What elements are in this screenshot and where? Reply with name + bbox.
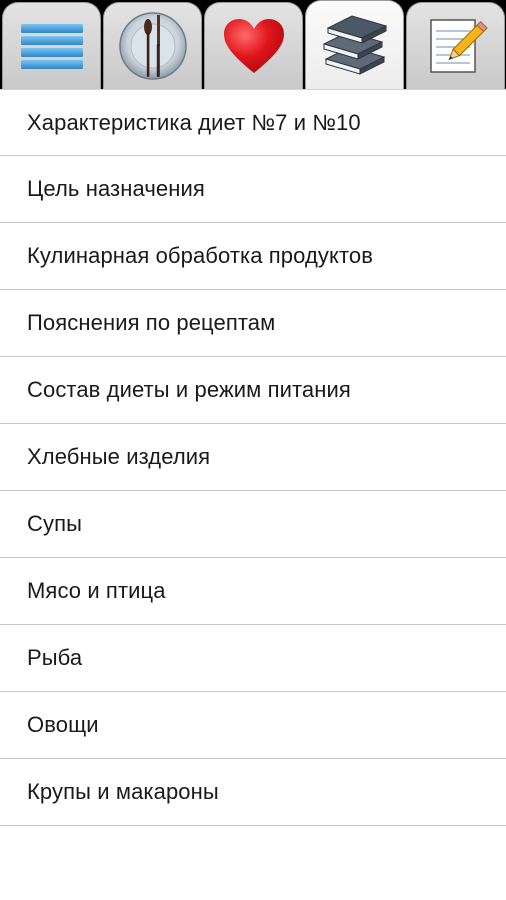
- app-screen: Характеристика диет №7 и №10 Цель назнач…: [0, 0, 506, 900]
- list-item[interactable]: Овощи: [0, 692, 506, 759]
- tab-notes[interactable]: [406, 2, 505, 89]
- list-item-label: Хлебные изделия: [27, 444, 211, 469]
- list-item-label: Крупы и макароны: [27, 779, 219, 804]
- tab-menu[interactable]: [2, 2, 101, 89]
- list-item-label: Характеристика диет №7 и №10: [27, 109, 361, 135]
- list-item-label: Цель назначения: [27, 176, 205, 201]
- books-icon: [320, 13, 390, 77]
- list-item[interactable]: Пояснения по рецептам: [0, 290, 506, 357]
- list-item[interactable]: Состав диеты и режим питания: [0, 357, 506, 424]
- tab-bar: [0, 0, 506, 89]
- list-item[interactable]: Характеристика диет №7 и №10: [0, 89, 506, 156]
- list-item-label: Рыба: [27, 645, 83, 670]
- list-item-label: Кулинарная обработка продуктов: [27, 243, 374, 268]
- list-item-label: Пояснения по рецептам: [27, 310, 276, 335]
- list-item[interactable]: Мясо и птица: [0, 558, 506, 625]
- list-item[interactable]: Цель назначения: [0, 156, 506, 223]
- notepad-pencil-icon: [423, 15, 489, 77]
- list-item[interactable]: Хлебные изделия: [0, 424, 506, 491]
- heart-icon: [222, 17, 286, 75]
- plate-cutlery-icon: [117, 10, 189, 82]
- tab-favorites[interactable]: [204, 2, 303, 89]
- list-item-label: Мясо и птица: [27, 578, 166, 603]
- list-item[interactable]: Супы: [0, 491, 506, 558]
- tab-books[interactable]: [305, 0, 404, 89]
- list-item[interactable]: Рыба: [0, 625, 506, 692]
- list-item-label: Супы: [27, 511, 83, 536]
- list-item-label: Овощи: [27, 712, 99, 737]
- list-item[interactable]: Крупы и макароны: [0, 759, 506, 826]
- section-list: Характеристика диет №7 и №10 Цель назнач…: [0, 89, 506, 826]
- list-item-label: Состав диеты и режим питания: [27, 377, 351, 402]
- menu-lines-icon: [19, 21, 85, 71]
- list-item[interactable]: Кулинарная обработка продуктов: [0, 223, 506, 290]
- tab-plate[interactable]: [103, 2, 202, 89]
